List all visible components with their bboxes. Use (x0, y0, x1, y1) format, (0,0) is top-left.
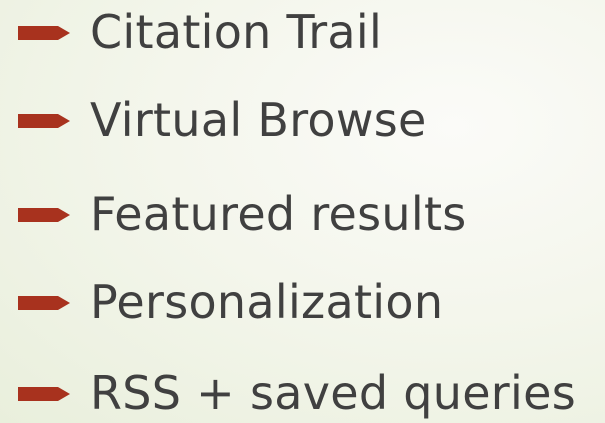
bullet-item-featured-results: Featured results (0, 184, 605, 244)
bullet-item-virtual-browse: Virtual Browse (0, 90, 605, 150)
bullet-text: Virtual Browse (90, 93, 427, 147)
bullet-text: RSS + saved queries (90, 366, 576, 420)
bullet-item-citation-trail: Citation Trail (0, 2, 605, 62)
bullet-text: Featured results (90, 187, 467, 241)
bullet-text: Citation Trail (90, 5, 383, 59)
arrow-bullet-icon (18, 112, 70, 130)
arrow-bullet-icon (18, 294, 70, 312)
bullet-item-rss-saved-queries: RSS + saved queries (0, 363, 605, 423)
arrow-bullet-icon (18, 385, 70, 403)
bullet-text: Personalization (90, 275, 444, 329)
bullet-item-personalization: Personalization (0, 272, 605, 332)
slide: Citation Trail Virtual Browse Featured r… (0, 0, 605, 423)
bullet-list: Citation Trail Virtual Browse Featured r… (0, 0, 605, 423)
arrow-bullet-icon (18, 24, 70, 42)
arrow-bullet-icon (18, 206, 70, 224)
